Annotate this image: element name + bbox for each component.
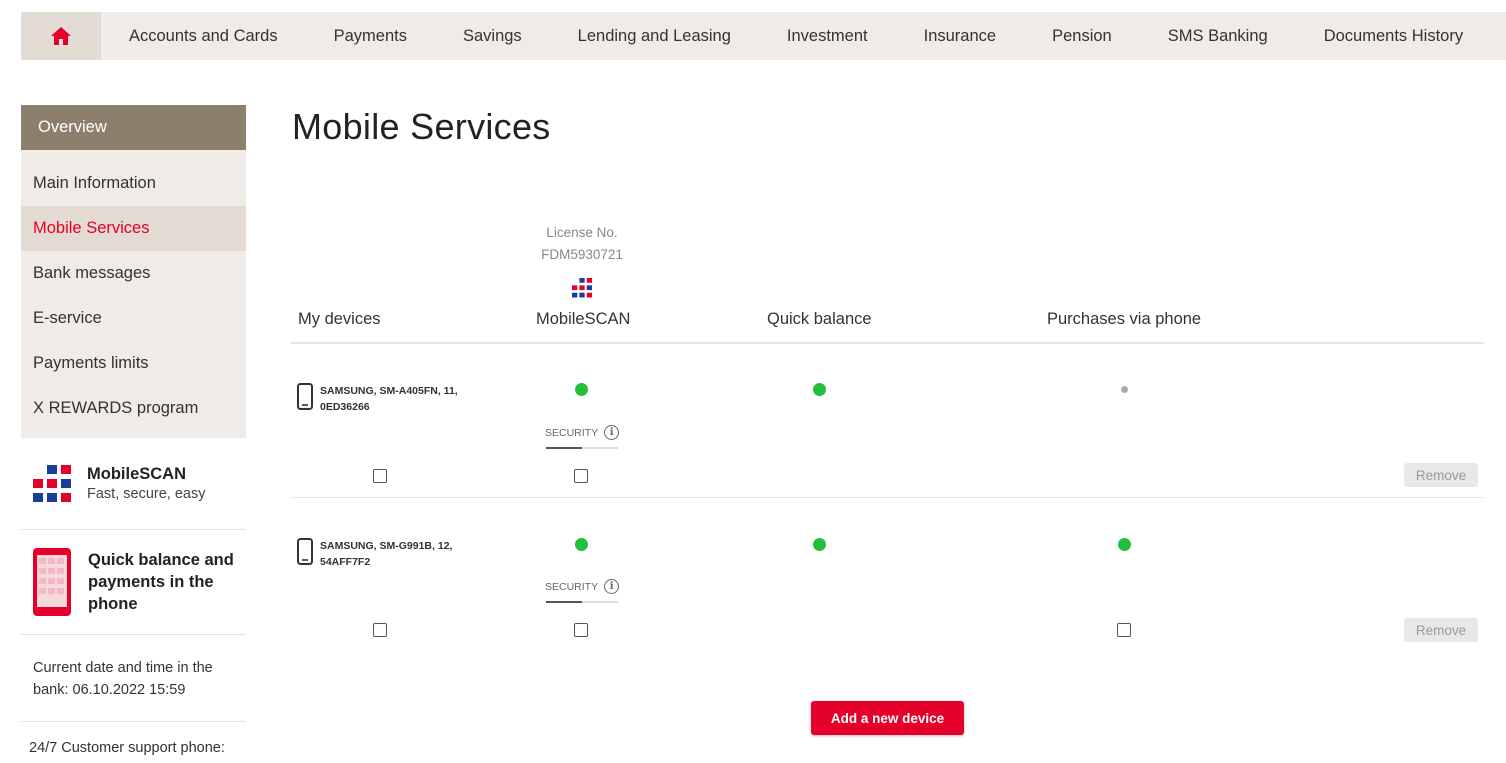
top-navigation: Accounts and Cards Payments Savings Lend… [21, 12, 1506, 60]
info-icon[interactable]: i [604, 579, 620, 594]
security-level-bar [546, 601, 618, 603]
column-mobilescan: MobileSCAN [536, 310, 631, 328]
nav-investment[interactable]: Investment [759, 12, 896, 60]
mobilescan-checkbox[interactable] [574, 469, 588, 483]
home-icon [51, 27, 71, 45]
mobilescan-small-icon [572, 278, 592, 298]
purchases-status-inactive [1121, 386, 1128, 393]
sidebar-item-bank-messages[interactable]: Bank messages [21, 251, 246, 296]
sidebar-overview[interactable]: Overview [21, 105, 246, 150]
license-number: FDM5930721 [541, 247, 623, 262]
remove-button[interactable]: Remove [1404, 618, 1478, 642]
sidebar-item-e-service[interactable]: E-service [21, 296, 246, 341]
phone-promo-icon [33, 548, 71, 616]
page-title: Mobile Services [292, 106, 551, 147]
device-name: SAMSUNG, SM-A405FN, 11, 0ED36266 [320, 385, 458, 413]
security-label: SECURITY i [545, 579, 620, 594]
nav-documents-history[interactable]: Documents History [1296, 12, 1491, 60]
quick-promo-line1: Quick balance and [88, 551, 234, 569]
mobilescan-promo-title: MobileSCAN [87, 465, 186, 483]
column-my-devices: My devices [298, 310, 381, 328]
bank-datetime: Current date and time in the bank: 06.10… [21, 635, 246, 722]
nav-lending-and-leasing[interactable]: Lending and Leasing [550, 12, 759, 60]
column-quick-balance: Quick balance [767, 310, 872, 328]
phone-icon [297, 538, 313, 565]
license-info: License No. FDM5930721 [520, 222, 644, 266]
mobilescan-status-active [575, 383, 588, 396]
nav-sms-banking[interactable]: SMS Banking [1140, 12, 1296, 60]
nav-savings[interactable]: Savings [435, 12, 550, 60]
sidebar-item-mobile-services[interactable]: Mobile Services [21, 206, 246, 251]
security-label: SECURITY i [545, 425, 620, 440]
device-checkbox[interactable] [373, 469, 387, 483]
sidebar-item-payments-limits[interactable]: Payments limits [21, 341, 246, 386]
nav-payments[interactable]: Payments [306, 12, 435, 60]
home-button[interactable] [21, 12, 101, 60]
nav-pension[interactable]: Pension [1024, 12, 1140, 60]
column-purchases-via-phone: Purchases via phone [1047, 310, 1202, 328]
device-checkbox[interactable] [373, 623, 387, 637]
mobilescan-status-active [575, 538, 588, 551]
quick-promo-line2: payments in the [88, 573, 214, 591]
nav-insurance[interactable]: Insurance [896, 12, 1024, 60]
quick-promo-line3: phone [88, 595, 138, 613]
device-name: SAMSUNG, SM-G991B, 12, 54AFF7F2 [320, 540, 453, 568]
add-new-device-button[interactable]: Add a new device [811, 701, 964, 735]
mobilescan-promo-subtitle: Fast, secure, easy [87, 486, 206, 502]
quick-balance-status-active [813, 538, 826, 551]
purchases-status-active [1118, 538, 1131, 551]
sidebar-item-x-rewards[interactable]: X REWARDS program [21, 386, 246, 438]
remove-button[interactable]: Remove [1404, 463, 1478, 487]
mobilescan-logo-icon [33, 464, 71, 502]
info-icon[interactable]: i [604, 425, 620, 440]
sidebar: Overview Main Information Mobile Service… [21, 105, 246, 756]
license-label: License No. [546, 225, 618, 240]
mobilescan-checkbox[interactable] [574, 623, 588, 637]
phone-icon [297, 383, 313, 410]
security-level-bar [546, 447, 618, 449]
row-divider [291, 497, 1484, 498]
support-phone-label: 24/7 Customer support phone: [29, 740, 225, 756]
nav-accounts-and-cards[interactable]: Accounts and Cards [101, 12, 306, 60]
sidebar-item-main-information[interactable]: Main Information [21, 150, 246, 206]
quick-balance-promo[interactable]: Quick balance and payments in the phone [21, 530, 246, 635]
sidebar-menu: Main Information Mobile Services Bank me… [21, 150, 246, 438]
quick-balance-status-active [813, 383, 826, 396]
mobilescan-promo[interactable]: MobileSCAN Fast, secure, easy [21, 438, 246, 530]
header-divider [291, 342, 1484, 344]
purchases-checkbox[interactable] [1117, 623, 1131, 637]
